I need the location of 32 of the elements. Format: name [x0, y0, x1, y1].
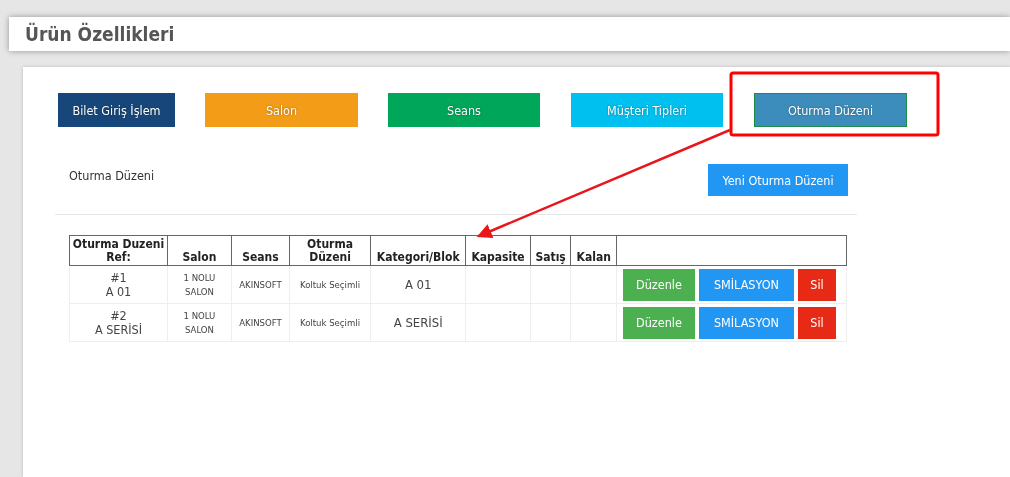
column-header: Seans [231, 235, 290, 266]
table-cell: A SERİSİ [370, 303, 466, 342]
table-cell: AKINSOFT [231, 303, 290, 342]
tab-button[interactable]: Oturma Düzeni [754, 93, 907, 127]
table-cell: Koltuk Seçimli [289, 265, 371, 304]
new-layout-button[interactable]: Yeni Oturma Düzeni [708, 164, 848, 196]
table-cell: #1 A 01 [69, 265, 168, 304]
column-header: Kapasite [465, 235, 531, 266]
column-header: Kategori/Blok [370, 235, 466, 266]
column-header: Satış [530, 235, 571, 266]
table-cell: Koltuk Seçimli [289, 303, 371, 342]
section-title: Oturma Düzeni [69, 168, 155, 183]
column-header: Oturma Duzeni Ref: [69, 235, 168, 266]
action-button[interactable]: Sil [797, 268, 836, 301]
table-cell: #2 A SERİSİ [69, 303, 168, 342]
action-button[interactable]: SMİLASYON [698, 306, 794, 339]
action-button[interactable]: SMİLASYON [698, 268, 794, 301]
tab-button[interactable]: Bilet Giriş İşlem [58, 93, 175, 127]
action-button[interactable]: Sil [797, 306, 836, 339]
column-header: Kalan [570, 235, 617, 266]
column-header: Salon [167, 235, 232, 266]
table-cell: 1 NOLU SALON [167, 265, 232, 304]
table-cell: A 01 [370, 265, 466, 304]
action-button[interactable]: Düzenle [622, 306, 695, 339]
tab-button[interactable]: Müşteri Tipleri [571, 93, 723, 127]
tab-button[interactable]: Seans [388, 93, 540, 127]
page-title: Ürün Özellikleri [25, 23, 175, 45]
table-cell: AKINSOFT [231, 265, 290, 304]
tab-button[interactable]: Salon [205, 93, 358, 127]
action-button[interactable]: Düzenle [622, 268, 695, 301]
table-cell: 1 NOLU SALON [167, 303, 232, 342]
column-header: Oturma Düzeni [289, 235, 371, 266]
